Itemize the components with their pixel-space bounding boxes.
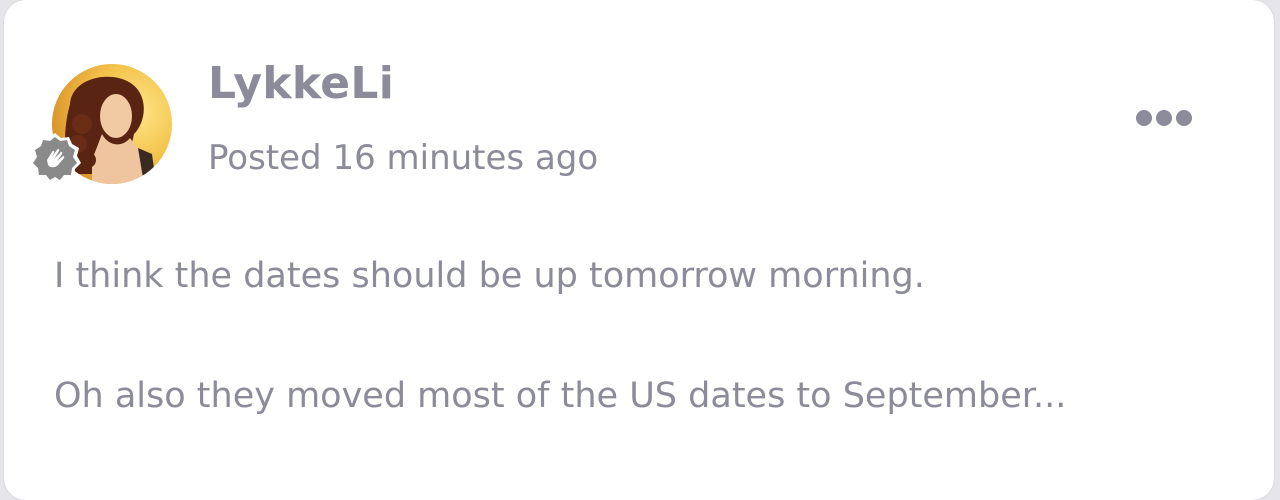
- author-username[interactable]: LykkeLi: [208, 58, 394, 109]
- post-timestamp: Posted 16 minutes ago: [208, 138, 599, 178]
- more-horizontal-icon[interactable]: [1132, 102, 1196, 134]
- post-paragraph: I think the dates should be up tomorrow …: [54, 256, 925, 296]
- post-paragraph: Oh also they moved most of the US dates …: [54, 376, 1067, 416]
- hand-wave-badge-icon: [28, 130, 82, 184]
- post-card: LykkeLi Posted 16 minutes ago I think th…: [4, 0, 1274, 500]
- author-avatar-wrapper[interactable]: [29, 64, 172, 184]
